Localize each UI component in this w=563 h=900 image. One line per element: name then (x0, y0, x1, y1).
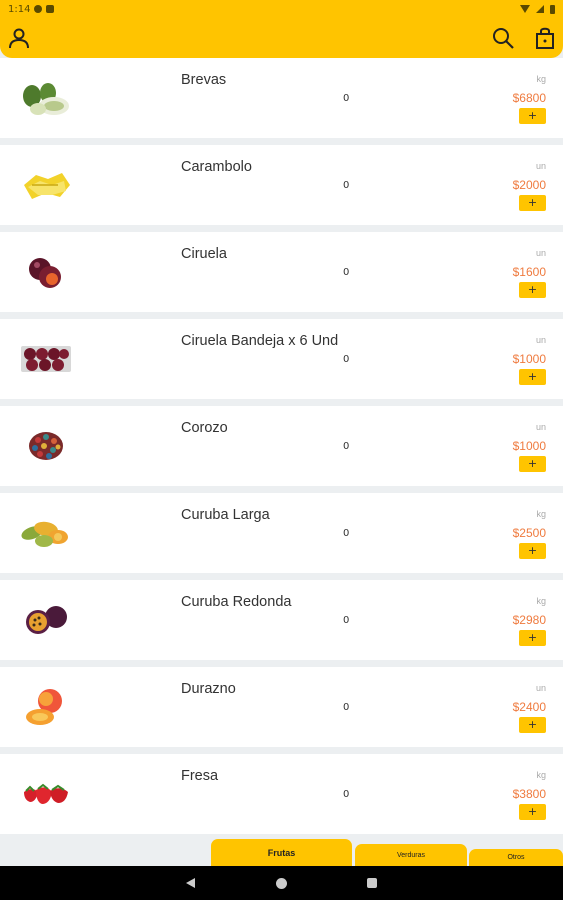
add-button[interactable]: + (519, 108, 546, 124)
product-price: $1000 (512, 352, 546, 366)
home-icon[interactable] (276, 878, 287, 889)
back-icon[interactable] (186, 878, 195, 888)
product-name: Durazno (181, 681, 236, 697)
product-card[interactable]: Ciruela Bandeja x 6 Und 0 un $1000 + (0, 319, 563, 399)
product-card[interactable]: Brevas 0 kg $6800 + (0, 58, 563, 138)
product-card[interactable]: Durazno 0 un $2400 + (0, 667, 563, 747)
product-name: Carambolo (181, 159, 252, 175)
product-price: $2980 (512, 613, 546, 627)
product-name: Ciruela (181, 246, 227, 262)
passionfruit-image (26, 606, 67, 634)
figs-image (23, 83, 69, 115)
product-quantity: 0 (343, 528, 350, 539)
product-card[interactable]: Fresa 0 kg $3800 + (0, 754, 563, 834)
corozo-image (29, 432, 63, 460)
product-name: Curuba Larga (181, 507, 270, 523)
starfruit-image (24, 173, 70, 199)
product-card[interactable]: Carambolo 0 un $2000 + (0, 145, 563, 225)
product-quantity: 0 (343, 93, 350, 104)
add-button[interactable]: + (519, 456, 546, 472)
product-price: $6800 (512, 91, 546, 105)
product-quantity: 0 (343, 789, 350, 800)
product-name: Ciruela Bandeja x 6 Und (181, 333, 339, 349)
strawberry-image (24, 783, 68, 804)
notification-icon (34, 5, 43, 13)
system-nav-bar (0, 866, 563, 900)
product-quantity: 0 (343, 180, 350, 191)
peach-image (26, 689, 62, 725)
product-unit: kg (536, 770, 546, 780)
curuba-image (21, 521, 68, 547)
status-bar: 1:14 (0, 0, 563, 18)
status-time: 1:14 (8, 3, 31, 15)
product-quantity: 0 (343, 615, 350, 626)
product-unit: kg (536, 509, 546, 519)
tab-verduras[interactable]: Verduras (355, 844, 467, 866)
signal-icon (536, 5, 544, 13)
product-quantity: 0 (343, 441, 350, 452)
product-quantity: 0 (343, 354, 350, 365)
add-button[interactable]: + (519, 804, 546, 820)
add-button[interactable]: + (519, 630, 546, 646)
product-unit: kg (536, 596, 546, 606)
product-unit: un (535, 161, 546, 171)
product-name: Curuba Redonda (181, 594, 292, 610)
product-price: $2400 (512, 700, 546, 714)
product-card[interactable]: Curuba Redonda 0 kg $2980 + (0, 580, 563, 660)
product-price: $1000 (512, 439, 546, 453)
tab-otros[interactable]: Otros (469, 849, 563, 866)
product-price: $1600 (512, 265, 546, 279)
sd-card-icon (46, 5, 55, 13)
battery-icon (550, 4, 555, 14)
product-unit: un (535, 422, 546, 432)
plum-tray-image (21, 346, 71, 372)
app-bar (0, 18, 563, 58)
product-unit: un (535, 335, 546, 345)
product-name: Corozo (181, 420, 228, 436)
wifi-icon (520, 5, 530, 13)
add-button[interactable]: + (519, 543, 546, 559)
user-icon[interactable] (5, 24, 33, 52)
product-card[interactable]: Curuba Larga 0 kg $2500 + (0, 493, 563, 573)
add-button[interactable]: + (519, 717, 546, 733)
search-icon[interactable] (489, 24, 517, 52)
cart-icon[interactable] (531, 24, 559, 52)
category-tab-bar: Frutas Verduras Otros (0, 836, 563, 866)
product-unit: un (535, 683, 546, 693)
product-quantity: 0 (343, 267, 350, 278)
product-quantity: 0 (343, 702, 350, 713)
product-unit: un (535, 248, 546, 258)
add-button[interactable]: + (519, 195, 546, 211)
product-price: $2000 (512, 178, 546, 192)
product-price: $2500 (512, 526, 546, 540)
product-name: Fresa (181, 768, 219, 784)
product-card[interactable]: Ciruela 0 un $1600 + (0, 232, 563, 312)
add-button[interactable]: + (519, 282, 546, 298)
recents-icon[interactable] (367, 878, 377, 888)
product-price: $3800 (512, 787, 546, 801)
add-button[interactable]: + (519, 369, 546, 385)
product-name: Brevas (181, 72, 227, 88)
plum-image (29, 258, 61, 288)
tab-frutas[interactable]: Frutas (211, 839, 352, 866)
product-card[interactable]: Corozo 0 un $1000 + (0, 406, 563, 486)
product-unit: kg (536, 74, 546, 84)
